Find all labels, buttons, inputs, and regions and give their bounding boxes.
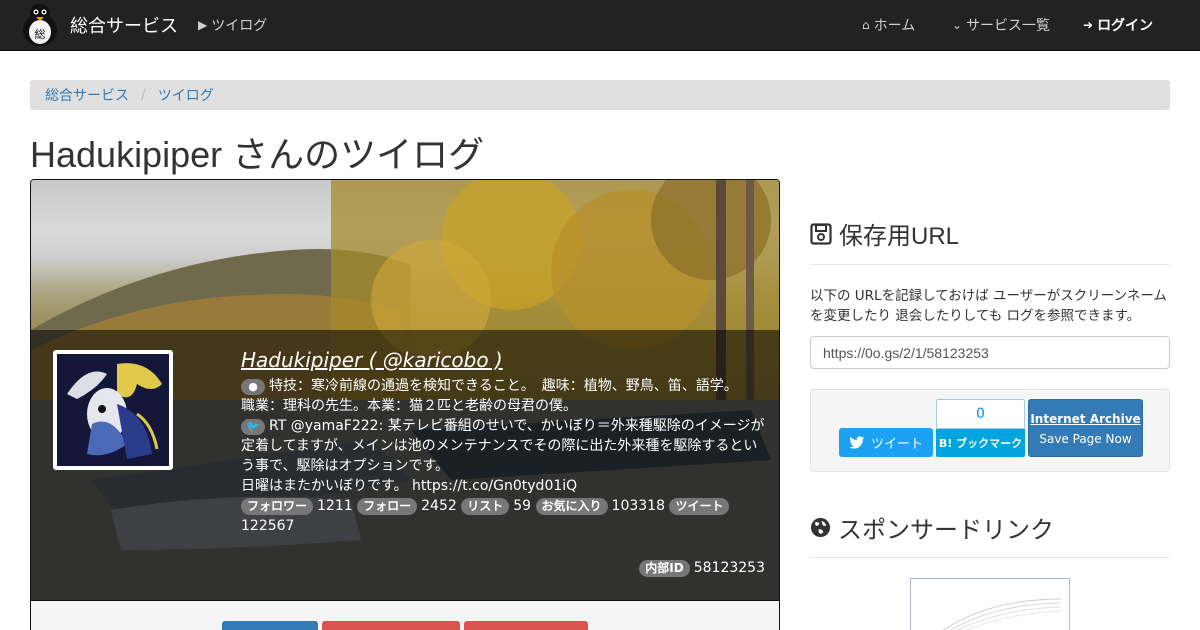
nav-login-label: ログイン <box>1097 18 1154 34</box>
nav-home-link[interactable]: ⌂ ホーム <box>862 15 915 35</box>
divider <box>810 264 1170 265</box>
twitter-bird-icon <box>849 435 865 449</box>
sponsored-ad-banner[interactable] <box>910 578 1070 630</box>
nav-login-link[interactable]: ➜ ログイン <box>1083 15 1153 35</box>
page-title: Hadukipiper さんのツイログ <box>30 134 485 175</box>
tweet-share-button[interactable]: ツイート <box>839 428 933 457</box>
nav-services-link[interactable]: ⌄ サービス一覧 <box>952 15 1050 35</box>
profile-name-link[interactable]: Hadukipiper ( @karicobo ) <box>241 350 766 370</box>
save-url-title: 保存用URL <box>839 223 960 250</box>
hatena-bookmark-button[interactable]: B! ブックマーク <box>936 429 1025 457</box>
internet-archive-button[interactable]: Internet Archive Save Page Now <box>1028 399 1143 457</box>
internet-archive-sub: Save Page Now <box>1039 432 1132 446</box>
ad-lines-graphic <box>942 598 1062 630</box>
card-footer <box>31 600 779 630</box>
tweet-text-line2: 日曜はまたかいぼりです。 https://t.co/Gn0tyd01iQ <box>241 478 578 494</box>
chevron-down-icon: ⌄ <box>952 18 963 32</box>
brand-text: 総合サービス <box>70 16 178 37</box>
comment-icon: ● <box>241 379 265 395</box>
save-url-description: 以下の URLを記録しておけば ユーザーがスクリーンネームを変更したり 退会した… <box>810 288 1167 324</box>
share-panel: ツイート 0 B! ブックマーク Internet Archive Save P… <box>810 389 1170 472</box>
profile-stats: フォロワー 1211 フォロー 2452 リスト 59 お気に入り 103318 ツイー… <box>241 496 766 536</box>
footer-button-primary[interactable] <box>222 621 318 630</box>
internal-id-value: 58123253 <box>693 560 765 576</box>
followers-count: 1211 <box>317 498 353 514</box>
floppy-disk-icon <box>810 222 832 245</box>
save-url-field[interactable] <box>810 336 1170 369</box>
avatar[interactable] <box>53 350 173 470</box>
favorites-count: 103318 <box>611 498 665 514</box>
profile-card: Hadukipiper ( @karicobo ) ● 特技：寒冷前線の通過を検知… <box>30 179 780 630</box>
bio-line-1: 特技：寒冷前線の通過を検知できること。 趣味：植物、野鳥、笛、語学。 <box>269 378 738 394</box>
latest-tweet: 🐦 RT @yamaF222: 某テレビ番組のせいで、かいぼり＝外来種駆除のイメー… <box>241 416 766 496</box>
internet-archive-title: Internet Archive <box>1030 412 1141 426</box>
nav-tweetlog-link[interactable]: ▶ ツイログ <box>198 15 267 35</box>
following-label: フォロー <box>357 498 418 515</box>
twitter-bird-icon: 🐦 <box>241 419 265 435</box>
divider <box>810 557 1170 558</box>
favorites-label: お気に入り <box>535 498 608 515</box>
breadcrumb: 総合サービス / ツイログ <box>30 80 1170 110</box>
breadcrumb-item-tweetlog[interactable]: ツイログ <box>158 85 214 105</box>
bio-line-2: 職業：理科の先生。本業：猫２匹と老齢の母君の僕。 <box>241 398 577 414</box>
nav-services-label: サービス一覧 <box>966 18 1051 34</box>
tweet-text: RT @yamaF222: 某テレビ番組のせいで、かいぼり＝外来種駆除のイメージ… <box>241 418 765 474</box>
profile-bio: ● 特技：寒冷前線の通過を検知できること。 趣味：植物、野鳥、笛、語学。 職業：理… <box>241 376 766 416</box>
breadcrumb-separator: / <box>141 87 146 103</box>
sign-in-icon: ➜ <box>1083 18 1094 32</box>
save-url-heading: 保存用URL <box>810 216 959 251</box>
nav-home-label: ホーム <box>873 18 916 34</box>
internal-id-label: 内部ID <box>639 560 690 577</box>
followers-label: フォロワー <box>241 498 314 515</box>
tweet-share-label: ツイート <box>870 437 923 452</box>
profile-info: Hadukipiper ( @karicobo ) ● 特技：寒冷前線の通過を検知… <box>241 350 766 536</box>
sponsored-title: スポンサードリンク <box>838 517 1054 544</box>
top-navbar: 総 総合サービス ▶ ツイログ ⌂ ホーム ⌄ サービス一覧 ➜ ログイン <box>0 0 1200 51</box>
hatena-bookmark-count: 0 <box>936 399 1025 429</box>
brand-link[interactable]: 総 総合サービス <box>20 3 178 47</box>
following-count: 2452 <box>421 498 457 514</box>
tweets-count: 122567 <box>241 518 295 534</box>
home-icon: ⌂ <box>862 18 870 32</box>
nav-tweetlog-label: ツイログ <box>211 18 268 34</box>
breadcrumb-item-home[interactable]: 総合サービス <box>45 85 129 105</box>
footer-button-danger-1[interactable] <box>322 621 460 630</box>
globe-icon <box>810 517 831 538</box>
chevron-circle-right-icon: ▶ <box>198 18 208 32</box>
lists-count: 59 <box>513 498 532 514</box>
sponsored-heading: スポンサードリンク <box>810 510 1054 545</box>
internal-id: 内部ID 58123253 <box>639 560 765 577</box>
lists-label: リスト <box>461 498 510 515</box>
svg-text:総: 総 <box>35 27 46 41</box>
tweets-label: ツイート <box>669 498 730 515</box>
penguin-logo-icon: 総 <box>23 4 57 46</box>
avatar-piper-image <box>57 354 169 466</box>
footer-button-danger-2[interactable] <box>464 621 588 630</box>
